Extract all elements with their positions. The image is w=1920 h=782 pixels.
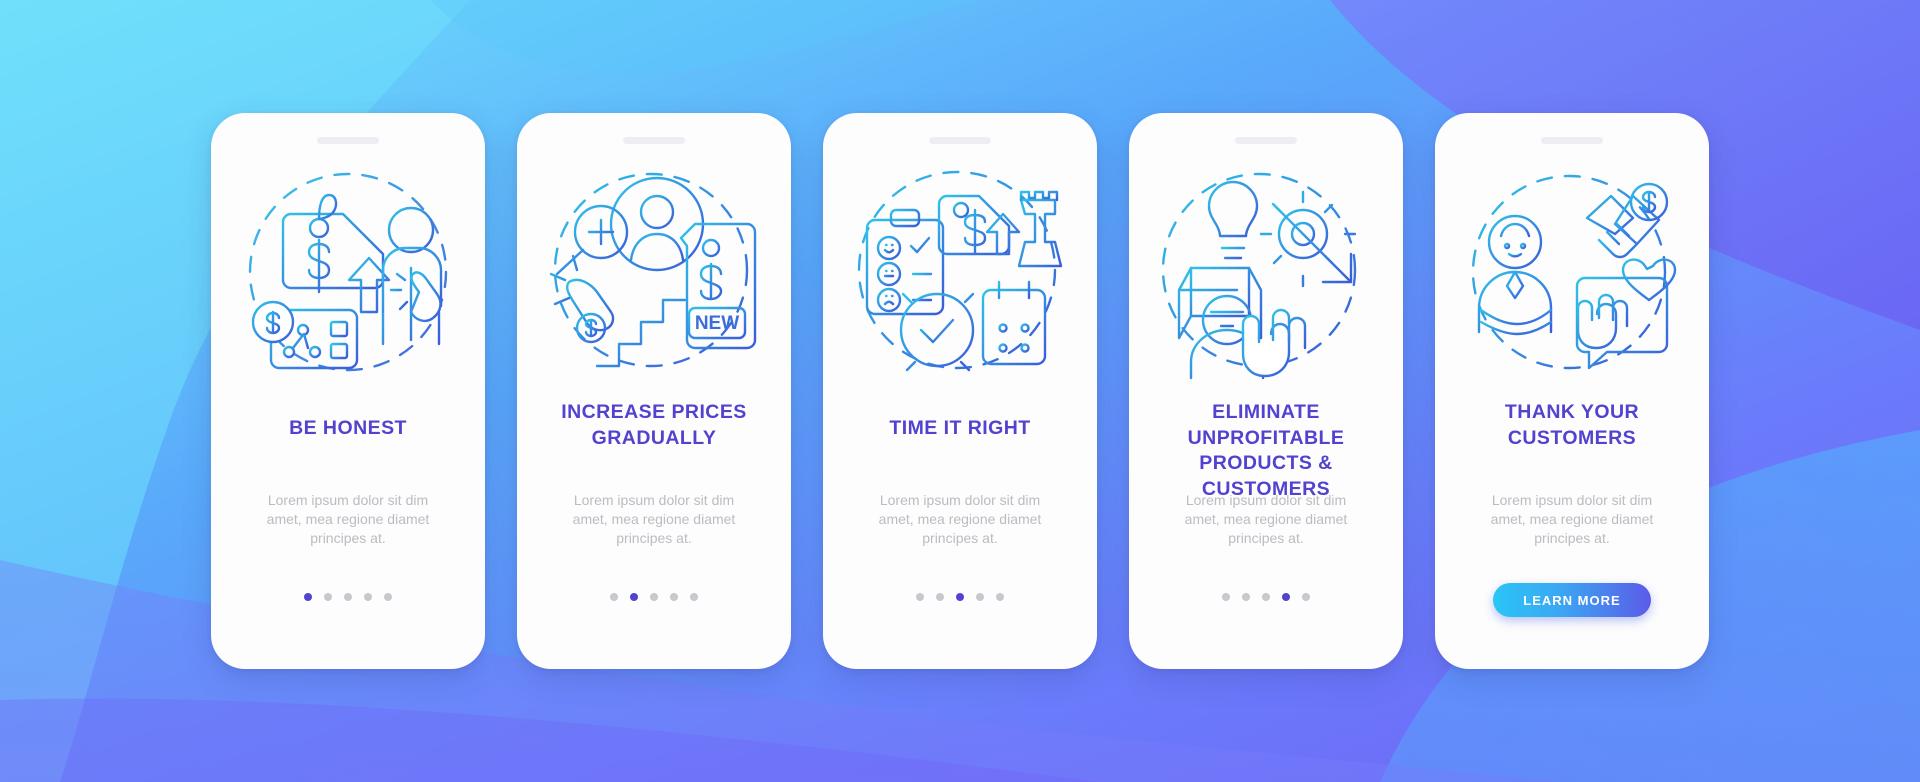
screen-title: TIME IT RIGHT xyxy=(889,417,1031,439)
pagination-dot-1[interactable] xyxy=(610,593,618,601)
phone-screen-eliminate-unprofitable-products-customers[interactable]: ELIMINATE UNPROFITABLE PRODUCTS & CUSTOM… xyxy=(1129,113,1403,669)
illustration-thank-your-customers xyxy=(1457,158,1687,390)
learn-more-button[interactable]: LEARN MORE xyxy=(1493,583,1651,617)
pagination-dots[interactable] xyxy=(304,593,392,601)
pagination-dot-2[interactable] xyxy=(324,593,332,601)
speaker-notch xyxy=(623,137,685,144)
speaker-notch xyxy=(929,137,991,144)
pagination-dots[interactable] xyxy=(916,593,1004,601)
phone-screen-increase-prices-gradually[interactable]: NEW INCREASE PRICES GRADUALLY Lorem ipsu… xyxy=(517,113,791,669)
pagination-dot-2[interactable] xyxy=(1242,593,1250,601)
pagination-dot-4[interactable] xyxy=(1282,593,1290,601)
illustration-eliminate-unprofitable xyxy=(1151,158,1381,390)
speaker-notch xyxy=(1541,137,1603,144)
pagination-dot-2[interactable] xyxy=(630,593,638,601)
screen-body-text: Lorem ipsum dolor sit dim amet, mea regi… xyxy=(572,492,736,546)
phone-screen-thank-your-customers[interactable]: THANK YOUR CUSTOMERS Lorem ipsum dolor s… xyxy=(1435,113,1709,669)
pagination-dot-1[interactable] xyxy=(304,593,312,601)
screen-body-text: Lorem ipsum dolor sit dim amet, mea regi… xyxy=(1184,492,1348,546)
pagination-dots[interactable] xyxy=(1222,593,1310,601)
pagination-dot-3[interactable] xyxy=(650,593,658,601)
screen-title: INCREASE PRICES GRADUALLY xyxy=(561,401,747,449)
pagination-dot-5[interactable] xyxy=(690,593,698,601)
screen-title: BE HONEST xyxy=(289,417,407,439)
pagination-dot-4[interactable] xyxy=(670,593,678,601)
pagination-dot-5[interactable] xyxy=(996,593,1004,601)
screen-body-text: Lorem ipsum dolor sit dim amet, mea regi… xyxy=(266,492,430,546)
pagination-dot-1[interactable] xyxy=(1222,593,1230,601)
phone-screen-time-it-right[interactable]: TIME IT RIGHT Lorem ipsum dolor sit dim … xyxy=(823,113,1097,669)
phone-screen-be-honest[interactable]: BE HONEST Lorem ipsum dolor sit dim amet… xyxy=(211,113,485,669)
illustration-increase-prices-gradually: NEW xyxy=(539,158,769,390)
screen-body-text: Lorem ipsum dolor sit dim amet, mea regi… xyxy=(1490,492,1654,546)
speaker-notch xyxy=(317,137,379,144)
pagination-dot-4[interactable] xyxy=(364,593,372,601)
pagination-dot-3[interactable] xyxy=(1262,593,1270,601)
pagination-dot-3[interactable] xyxy=(956,593,964,601)
speaker-notch xyxy=(1235,137,1297,144)
pagination-dot-4[interactable] xyxy=(976,593,984,601)
new-tag-label: NEW xyxy=(695,313,739,334)
onboarding-screens-strip: BE HONEST Lorem ipsum dolor sit dim amet… xyxy=(0,0,1920,782)
pagination-dot-1[interactable] xyxy=(916,593,924,601)
pagination-dot-3[interactable] xyxy=(344,593,352,601)
illustration-be-honest xyxy=(233,158,463,390)
screen-body-text: Lorem ipsum dolor sit dim amet, mea regi… xyxy=(878,492,1042,546)
screen-title: ELIMINATE UNPROFITABLE PRODUCTS & CUSTOM… xyxy=(1187,401,1345,501)
screen-title: THANK YOUR CUSTOMERS xyxy=(1504,401,1640,449)
illustration-time-it-right xyxy=(845,158,1075,390)
pagination-dot-5[interactable] xyxy=(384,593,392,601)
pagination-dot-2[interactable] xyxy=(936,593,944,601)
pagination-dots[interactable] xyxy=(610,593,698,601)
pagination-dot-5[interactable] xyxy=(1302,593,1310,601)
